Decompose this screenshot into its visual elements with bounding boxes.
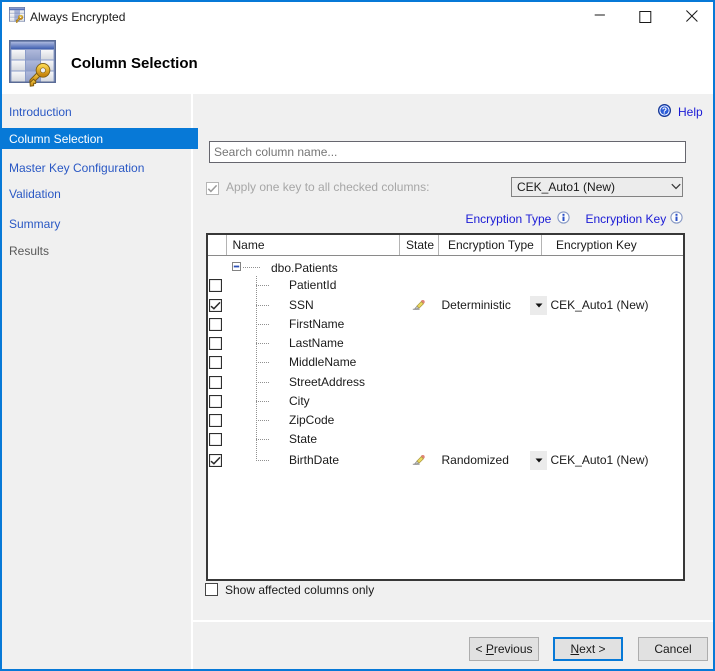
svg-text:?: ? [662,106,667,116]
